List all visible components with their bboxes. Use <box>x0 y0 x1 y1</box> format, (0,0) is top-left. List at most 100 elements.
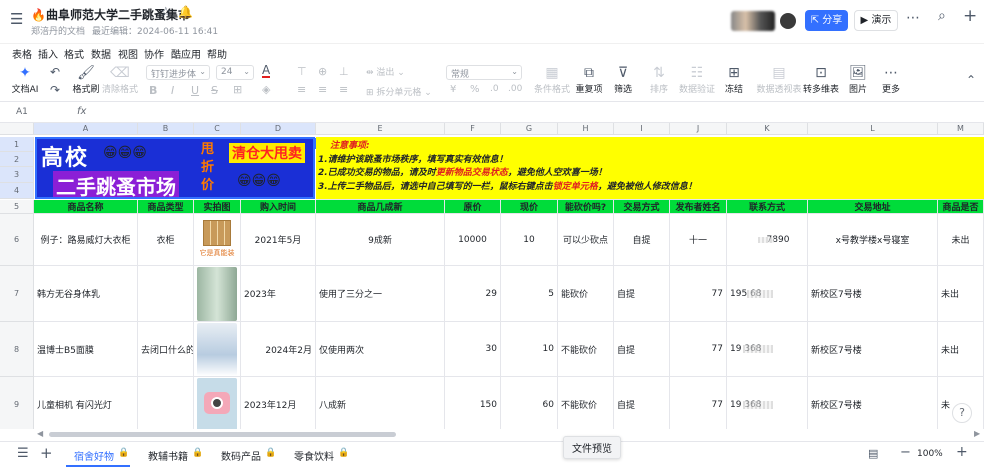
cell-publisher[interactable]: 十一 <box>670 214 727 266</box>
cell-current-price[interactable]: 5 <box>501 266 558 322</box>
duplicates-button[interactable]: ⧉ 重复项 <box>574 64 604 95</box>
cell-type[interactable]: 衣柜 <box>138 214 194 266</box>
cell-original-price[interactable]: 150 <box>445 377 501 429</box>
row-header-1[interactable]: 1 <box>0 137 34 152</box>
header-cell-current-price[interactable]: 现价 <box>501 200 558 214</box>
menu-item-view[interactable]: 视图 <box>118 46 138 61</box>
header-cell-trade[interactable]: 交易方式 <box>614 200 670 214</box>
cell-name[interactable]: 韩方无谷身体乳 <box>34 266 138 322</box>
cell-publisher[interactable]: 77 <box>670 377 727 429</box>
column-header-a[interactable]: A <box>34 123 138 135</box>
header-cell-condition[interactable]: 商品几成新 <box>316 200 445 214</box>
cell-name[interactable]: 例子：路易威灯大衣柜 <box>34 214 138 266</box>
decimal-decrease-icon[interactable]: .0 <box>490 84 499 94</box>
menu-item-collab[interactable]: 协作 <box>144 46 164 61</box>
sheet-tab-books[interactable]: 教辅书籍 <box>148 448 188 463</box>
zoom-out-icon[interactable]: − <box>900 445 911 460</box>
percent-icon[interactable]: % <box>470 84 480 95</box>
sheet-list-icon[interactable]: ☰ <box>17 446 29 461</box>
scrollbar-thumb[interactable] <box>49 432 396 437</box>
cell-photo[interactable] <box>194 322 241 377</box>
align-right-icon[interactable]: ≡ <box>339 83 348 96</box>
header-cell-status[interactable]: 商品是否 <box>938 200 984 214</box>
cell-publisher[interactable]: 77 <box>670 322 727 377</box>
zoom-level[interactable]: 100% <box>917 449 943 459</box>
column-header-k[interactable]: K <box>727 123 808 135</box>
cell-bargain[interactable]: 可以少砍点 <box>558 214 614 266</box>
more-icon[interactable]: ⋯ <box>906 10 920 26</box>
row-header-9[interactable]: 9 <box>0 377 34 429</box>
cell-status[interactable]: 未出 <box>938 266 984 322</box>
picture-button[interactable]: 🖼 图片 <box>845 64 871 95</box>
view-mode-icon[interactable]: ▤ <box>868 447 878 460</box>
column-header-i[interactable]: I <box>614 123 670 135</box>
header-cell-bargain[interactable]: 能砍价吗? <box>558 200 614 214</box>
clear-format-button[interactable]: ⌫ 清除格式 <box>102 64 138 95</box>
share-button[interactable]: ⇱ 分享 <box>805 10 848 31</box>
freeze-button[interactable]: ⊞ 冻结 <box>721 64 747 95</box>
sheet-tab-label[interactable]: 宿舍好物 <box>74 448 114 463</box>
notice-box[interactable]: 注意事项: 1.请维护该跳蚤市场秩序，填写真实有效信息！ 2.已成功交易的物品，… <box>316 137 984 200</box>
header-cell-name[interactable]: 商品名称 <box>34 200 138 214</box>
decimal-increase-icon[interactable]: .00 <box>508 84 522 94</box>
cell-name[interactable]: 温博士B5面膜 <box>34 322 138 377</box>
cell-type[interactable] <box>138 377 194 429</box>
formula-input[interactable] <box>94 105 974 121</box>
column-header-g[interactable]: G <box>501 123 558 135</box>
strikethrough-icon[interactable]: S <box>211 84 218 97</box>
column-header-j[interactable]: J <box>670 123 727 135</box>
header-cell-type[interactable]: 商品类型 <box>138 200 194 214</box>
cell-bargain[interactable]: 能砍价 <box>558 266 614 322</box>
horizontal-scrollbar[interactable]: ◀ ▶ <box>0 429 984 441</box>
menu-item-data[interactable]: 数据 <box>91 46 111 61</box>
column-header-f[interactable]: F <box>445 123 501 135</box>
cell-photo[interactable] <box>194 377 241 429</box>
cell-status[interactable]: 未出 <box>938 322 984 377</box>
undo-icon[interactable]: ↶ <box>50 65 60 79</box>
cell-current-price[interactable]: 10 <box>501 214 558 266</box>
italic-icon[interactable]: I <box>171 84 174 97</box>
underline-icon[interactable]: U <box>191 84 199 97</box>
cell-bargain[interactable]: 不能砍价 <box>558 377 614 429</box>
avatar[interactable] <box>780 13 796 29</box>
cell-trade[interactable]: 自提 <box>614 214 670 266</box>
currency-icon[interactable]: ¥ <box>450 84 456 95</box>
sheet-tab-snacks[interactable]: 零食饮料 <box>294 448 334 463</box>
cell-time[interactable]: 2024年2月 <box>241 322 316 377</box>
sort-button[interactable]: ⇅ 排序 <box>646 64 672 95</box>
split-cell-button[interactable]: ⊞ 拆分单元格 ⌄ <box>366 85 432 98</box>
font-family-select[interactable]: 钉钉进步体 ⌄ <box>146 65 210 80</box>
row-header-7[interactable]: 7 <box>0 266 34 322</box>
cell-current-price[interactable]: 10 <box>501 322 558 377</box>
cell-current-price[interactable]: 60 <box>501 377 558 429</box>
convert-multitable-button[interactable]: ⊡ 转多维表 <box>803 64 839 95</box>
cell-condition[interactable]: 9成新 <box>316 214 445 266</box>
redo-icon[interactable]: ↷ <box>50 83 60 97</box>
column-header-d[interactable]: D <box>241 123 316 135</box>
cell-trade[interactable]: 自提 <box>614 322 670 377</box>
cell-original-price[interactable]: 10000 <box>445 214 501 266</box>
align-middle-icon[interactable]: ⊕ <box>318 65 327 78</box>
cell-original-price[interactable]: 29 <box>445 266 501 322</box>
align-top-icon[interactable]: ⊤ <box>297 65 307 78</box>
header-cell-contact[interactable]: 联系方式 <box>727 200 808 214</box>
present-button[interactable]: ▶ 演示 <box>854 10 898 31</box>
select-all-corner[interactable] <box>0 123 34 135</box>
column-header-e[interactable]: E <box>316 123 445 135</box>
collapse-toolbar-icon[interactable]: ⌃ <box>966 73 976 87</box>
collaborator-avatars[interactable] <box>731 11 775 31</box>
header-cell-publisher[interactable]: 发布者姓名 <box>670 200 727 214</box>
column-header-c[interactable]: C <box>194 123 241 135</box>
cell-time[interactable]: 2021年5月 <box>241 214 316 266</box>
bell-icon[interactable]: 🔔 <box>178 5 193 19</box>
help-button[interactable]: ? <box>952 403 972 423</box>
header-cell-address[interactable]: 交易地址 <box>808 200 938 214</box>
column-header-l[interactable]: L <box>808 123 938 135</box>
align-left-icon[interactable]: ≡ <box>297 83 306 96</box>
font-color-icon[interactable]: A <box>262 64 271 78</box>
column-header-m[interactable]: M <box>938 123 984 135</box>
row-header-3[interactable]: 3 <box>0 167 34 183</box>
menu-item-table[interactable]: 表格 <box>12 46 32 61</box>
menu-item-apps[interactable]: 酷应用 <box>171 46 201 61</box>
cell-condition[interactable]: 使用了三分之一 <box>316 266 445 322</box>
